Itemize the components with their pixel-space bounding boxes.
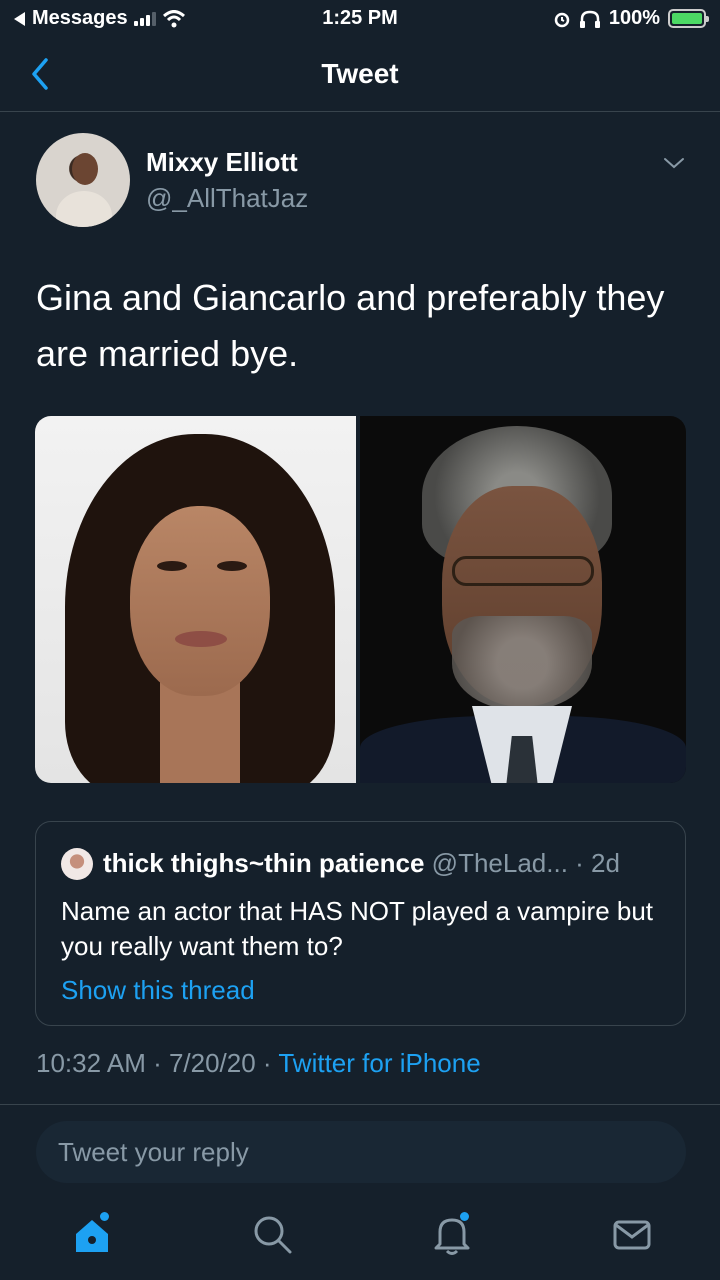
divider xyxy=(0,1104,720,1105)
tab-search[interactable] xyxy=(250,1212,294,1256)
tweet-media xyxy=(35,416,686,783)
reply-input[interactable] xyxy=(36,1121,686,1183)
home-notification-dot xyxy=(100,1212,109,1221)
headphones-icon xyxy=(579,10,600,28)
quoted-header: thick thighs~thin patience @TheLad... · … xyxy=(103,848,620,879)
chevron-down-icon[interactable] xyxy=(662,153,686,173)
battery-icon xyxy=(668,9,709,28)
quoted-tweet[interactable]: thick thighs~thin patience @TheLad... · … xyxy=(35,821,686,1026)
quoted-avatar xyxy=(61,848,93,880)
battery-percent: 100% xyxy=(608,7,660,29)
tab-bar xyxy=(0,1200,720,1280)
messages-icon xyxy=(613,1220,651,1250)
tweet-author: Mixxy Elliott @_AllThatJaz xyxy=(36,133,686,229)
media-photo-2[interactable] xyxy=(360,416,686,783)
tab-notifications[interactable] xyxy=(430,1212,474,1256)
navigation-bar: Tweet xyxy=(0,40,720,112)
media-photo-1[interactable] xyxy=(35,416,356,783)
search-icon xyxy=(254,1216,292,1254)
notifications-dot xyxy=(460,1212,469,1221)
reply-box[interactable] xyxy=(36,1121,686,1183)
show-thread-link[interactable]: Show this thread xyxy=(61,975,255,1006)
author-handle[interactable]: @_AllThatJaz xyxy=(146,183,308,214)
quoted-age: · 2d xyxy=(567,848,620,878)
alarm-icon xyxy=(554,12,570,27)
author-name[interactable]: Mixxy Elliott xyxy=(146,147,298,178)
quoted-author-name: thick thighs~thin patience xyxy=(103,848,425,878)
page-title: Tweet xyxy=(321,58,399,89)
tweet-timestamp: 10:32 AM · 7/20/20 · xyxy=(36,1048,279,1078)
tweet-source-link[interactable]: Twitter for iPhone xyxy=(278,1048,480,1078)
tab-home[interactable] xyxy=(70,1212,114,1256)
tweet-text: Gina and Giancarlo and preferably they a… xyxy=(36,277,665,374)
quoted-text: Name an actor that HAS NOT played a vamp… xyxy=(61,896,654,961)
tab-messages[interactable] xyxy=(610,1212,654,1256)
avatar[interactable] xyxy=(36,133,130,227)
quoted-author-handle: @TheLad... xyxy=(431,848,568,878)
status-right: 100% xyxy=(553,7,709,30)
status-bar: Messages 1:25 PM 100% xyxy=(0,0,720,40)
tweet-meta: 10:32 AM · 7/20/20 · Twitter for iPhone xyxy=(36,1048,481,1079)
